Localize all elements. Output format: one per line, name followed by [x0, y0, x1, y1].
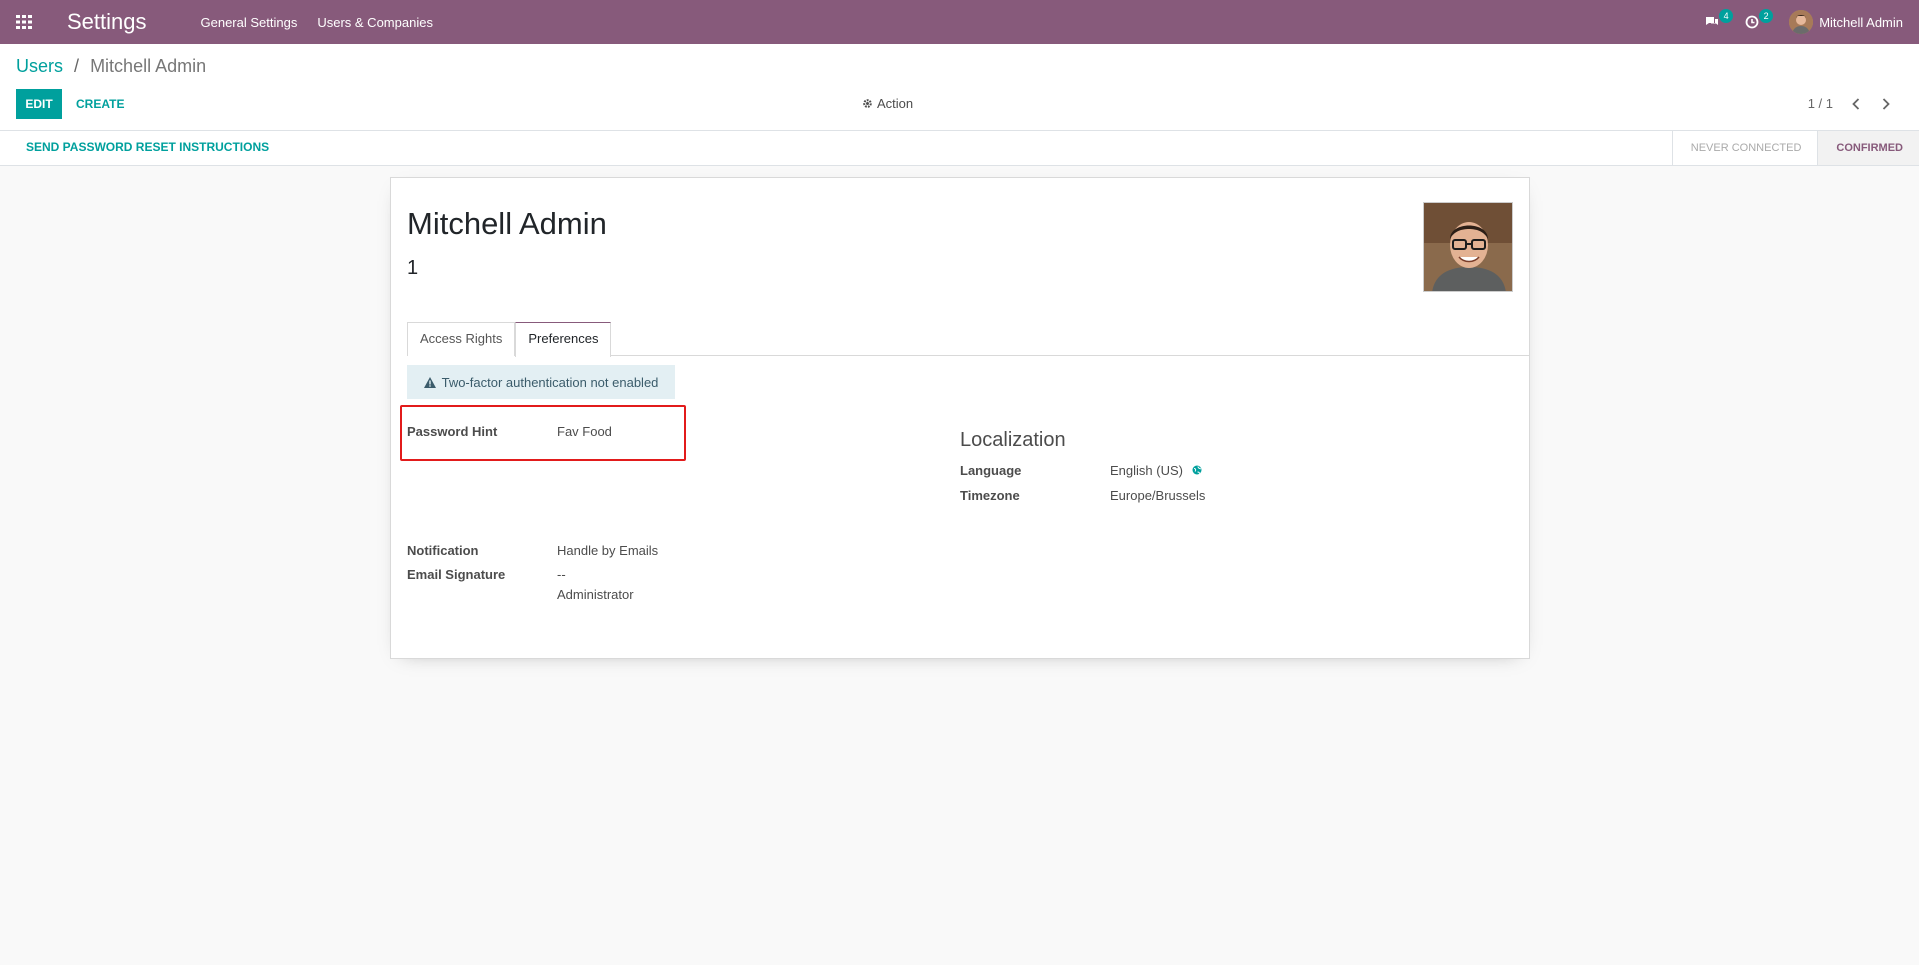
messages-counter: 4 [1719, 9, 1734, 23]
gear-icon [863, 99, 872, 108]
stage-confirmed[interactable]: CONFIRMED [1817, 131, 1919, 165]
breadcrumb: Users / Mitchell Admin [16, 56, 206, 77]
status-stages: NEVER CONNECTED CONFIRMED [1671, 131, 1919, 165]
pager-next-icon[interactable] [1879, 97, 1893, 111]
timezone-label: Timezone [960, 488, 1020, 503]
email-signature-label: Email Signature [407, 567, 506, 582]
breadcrumb-users[interactable]: Users [16, 56, 63, 76]
record-login: 1 [407, 257, 419, 279]
action-label: Action [877, 96, 914, 111]
stage-never-connected[interactable]: NEVER CONNECTED [1671, 131, 1818, 165]
form-sheet: Mitchell Admin 1 Access Rights Preferenc… [390, 177, 1530, 659]
pager: 1 / 1 [1808, 96, 1893, 111]
pager-value[interactable]: 1 / 1 [1808, 96, 1833, 111]
warning-icon [423, 376, 436, 388]
user-avatar [1789, 10, 1814, 34]
action-dropdown[interactable]: Action [862, 96, 913, 111]
notification-label: Notification [407, 543, 479, 558]
menu-general-settings[interactable]: General Settings [201, 15, 298, 30]
control-panel: Users / Mitchell Admin EDIT CREATE Actio… [0, 44, 1919, 131]
email-signature-line1[interactable]: -- [557, 567, 566, 582]
two-factor-alert: Two-factor authentication not enabled [407, 365, 675, 399]
timezone-value[interactable]: Europe/Brussels [1110, 488, 1205, 503]
app-brand[interactable]: Settings [67, 9, 147, 35]
activities-clock-icon[interactable]: 2 [1741, 9, 1774, 33]
send-password-reset-button[interactable]: SEND PASSWORD RESET INSTRUCTIONS [26, 140, 269, 154]
breadcrumb-separator: / [74, 56, 80, 76]
pager-previous-icon[interactable] [1849, 97, 1863, 111]
password-hint-label: Password Hint [407, 424, 498, 439]
alert-text: Two-factor authentication not enabled [441, 374, 659, 390]
edit-button[interactable]: EDIT [16, 89, 62, 119]
create-button[interactable]: CREATE [70, 89, 130, 119]
tab-access-rights[interactable]: Access Rights [407, 322, 516, 356]
apps-menu-icon[interactable] [0, 0, 48, 44]
top-menu: General Settings Users & Companies [201, 15, 433, 30]
globe-icon[interactable] [1192, 463, 1202, 478]
email-signature-line2[interactable]: Administrator [557, 587, 634, 602]
language-value[interactable]: English (US) [1110, 463, 1183, 478]
language-label: Language [960, 463, 1022, 478]
tab-preferences[interactable]: Preferences [515, 322, 612, 357]
localization-title: Localization [960, 429, 1066, 451]
activities-counter: 2 [1759, 9, 1774, 23]
user-menu[interactable]: Mitchell Admin [1789, 10, 1903, 34]
messages-icon[interactable]: 4 [1701, 9, 1734, 33]
notification-value[interactable]: Handle by Emails [557, 543, 658, 558]
breadcrumb-current: Mitchell Admin [90, 56, 207, 76]
main-navbar: Settings General Settings Users & Compan… [0, 0, 1919, 44]
password-hint-value[interactable]: Fav Food [557, 424, 612, 439]
menu-users-companies[interactable]: Users & Companies [317, 15, 433, 30]
user-photo [1423, 202, 1513, 292]
systray: 4 2 Mitchell Admin [1701, 0, 1903, 44]
notebook-tabs: Access Rights Preferences [407, 322, 1529, 357]
record-name: Mitchell Admin [407, 206, 607, 241]
user-name: Mitchell Admin [1819, 14, 1903, 30]
form-statusbar: SEND PASSWORD RESET INSTRUCTIONS NEVER C… [0, 131, 1919, 166]
